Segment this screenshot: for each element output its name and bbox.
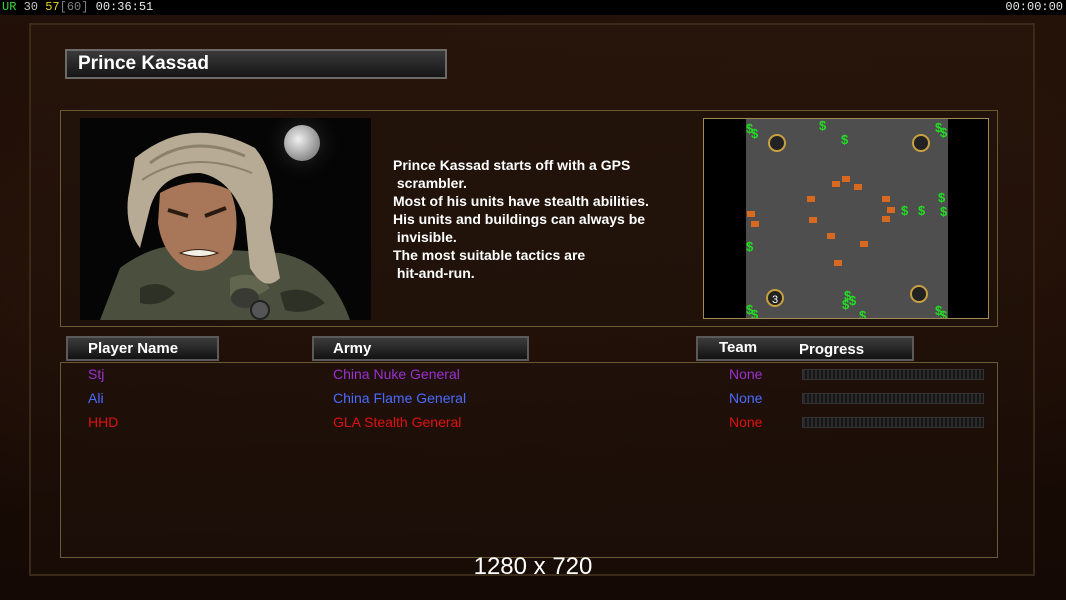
svg-text:$: $ [819,119,827,133]
team-progress-header[interactable]: Team Progress [696,336,914,361]
army-header[interactable]: Army [312,336,529,361]
portrait-image [80,118,371,320]
svg-text:$: $ [859,308,867,319]
progress-bar [802,369,984,380]
army-header-label: Army [333,340,372,357]
svg-text:$: $ [940,204,948,219]
player-army: China Nuke General [333,366,460,382]
player-army: China Flame General [333,390,467,406]
description-line: invisible. [393,229,457,245]
player-name-header-label: Player Name [88,340,179,357]
right-clock: 00:00:00 [1005,0,1063,14]
team-header-label: Team [719,339,758,356]
svg-text:$: $ [918,203,926,218]
svg-text:$: $ [901,203,909,218]
minimap-image: 3 $$ $$ $$ $$ $ $ $ $$$ $ $$ $$ [704,119,988,319]
moon-icon [284,125,320,161]
progress-bar [802,417,984,428]
description-line: scrambler. [393,175,467,191]
progress-header-label: Progress [799,341,865,358]
start-slot-label: 3 [772,294,778,306]
player-name: Stj [88,366,105,382]
progress-bar [802,393,984,404]
game-clock: 00:36:51 [95,0,154,14]
svg-text:$: $ [751,126,759,141]
player-name: HHD [88,414,119,430]
stat-1: 30 [23,0,39,14]
player-row: Stj China Nuke General None [61,364,997,386]
stat-2: 57 [45,0,60,14]
general-portrait [80,118,371,320]
description-line: Most of his units have stealth abilities… [393,193,649,209]
svg-text:$: $ [841,132,849,147]
player-name-header[interactable]: Player Name [66,336,219,361]
svg-text:$: $ [940,125,948,140]
svg-text:$: $ [849,293,857,308]
general-name-title: Prince Kassad [65,49,447,79]
ur-label: UR [2,0,17,14]
player-row: Ali China Flame General None [61,388,997,410]
description-line: The most suitable tactics are [393,247,586,263]
description-line: Prince Kassad starts off with a GPS [393,157,631,173]
player-army: GLA Stealth General [333,414,462,430]
svg-text:$: $ [751,307,759,319]
player-name: Ali [88,390,104,406]
svg-text:$: $ [938,190,946,205]
player-team: None [729,414,763,430]
player-list: Stj China Nuke General None Ali China Fl… [60,362,998,558]
svg-text:$: $ [940,308,948,319]
player-row: HHD GLA Stealth General None [61,412,997,434]
svg-text:$: $ [746,239,754,254]
description-line: hit-and-run. [393,265,475,281]
svg-text:$: $ [842,297,850,312]
resolution-label: 1280 x 720 [473,553,593,580]
player-team: None [729,366,763,382]
description-line: His units and buildings can always be [393,211,646,227]
stat-bracket: [60] [59,0,89,14]
general-description: Prince Kassad starts off with a GPS scra… [393,156,693,282]
status-bar: UR 30 57[60] 00:36:51 00:00:00 [0,0,1066,15]
player-team: None [729,390,763,406]
minimap[interactable]: 3 $ $ $ $ $ $ $ $ $ $ $ $ $ $ $ $ $ $ $ [703,118,989,319]
